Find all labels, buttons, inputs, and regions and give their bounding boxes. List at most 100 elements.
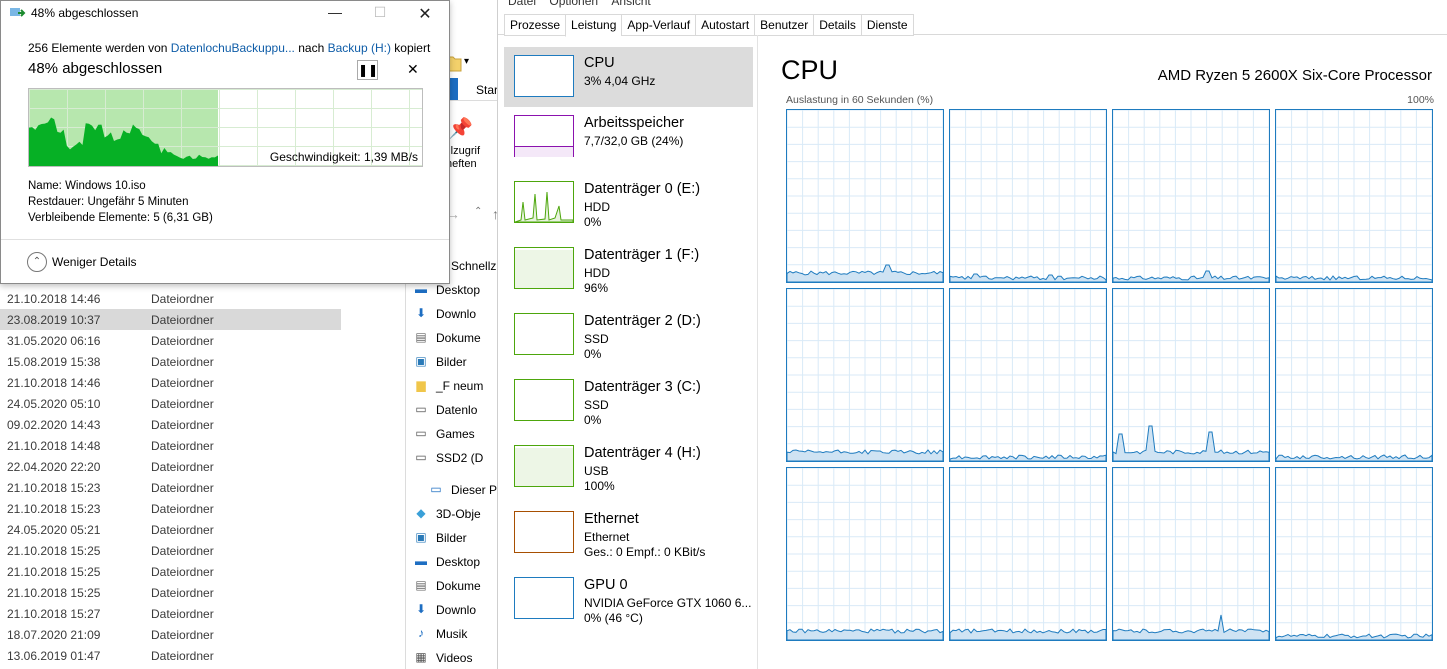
nav-item-label: Desktop	[436, 555, 481, 569]
copy-summary: 256 Elemente werden von DatenlochuBackup…	[28, 41, 430, 55]
nav-item[interactable]: ▭ Datenlo	[415, 399, 506, 421]
file-row[interactable]: 21.10.2018 15:27 Dateiordner	[0, 603, 405, 624]
menu-options[interactable]: Optionen	[549, 0, 598, 8]
source-link[interactable]: DatenlochuBackuppu...	[171, 41, 295, 55]
menu-file[interactable]: Datei	[508, 0, 536, 8]
tab-performance[interactable]: Leistung	[565, 14, 622, 37]
perf-thumbnail	[514, 115, 574, 157]
file-row[interactable]: 09.02.2020 14:43 Dateiordner	[0, 414, 405, 435]
file-row[interactable]: 24.05.2020 05:10 Dateiordner	[0, 393, 405, 414]
maximize-button: ☐	[373, 4, 387, 20]
file-row[interactable]: 21.10.2018 14:46 Dateiordner	[0, 288, 405, 309]
perf-item[interactable]: Datenträger 4 (H:) USB 100%	[504, 437, 753, 497]
perf-item[interactable]: CPU 3% 4,04 GHz	[504, 47, 753, 107]
cpu-core-graph	[949, 467, 1107, 641]
nav-item[interactable]: ⬇ Downlo	[416, 303, 506, 325]
file-row[interactable]: 21.10.2018 14:48 Dateiordner	[0, 435, 405, 456]
perf-item[interactable]: Datenträger 0 (E:) HDD 0%	[504, 173, 753, 233]
nav-item[interactable]: ▣ Bilder	[415, 527, 506, 549]
file-date: 24.05.2020 05:10	[7, 397, 101, 411]
file-row[interactable]: 21.10.2018 15:25 Dateiordner	[0, 540, 405, 561]
menu-view[interactable]: Ansicht	[611, 0, 650, 8]
documents-icon: ▤	[415, 578, 427, 592]
tab-details[interactable]: Details	[813, 14, 861, 36]
nav-item[interactable]: ▭ SSD2 (D	[415, 447, 506, 469]
tab-bar: Prozesse Leistung App-Verlauf Autostart …	[504, 14, 914, 37]
nav-item-label: Dokume	[436, 579, 481, 593]
perf-item[interactable]: Datenträger 3 (C:) SSD 0%	[504, 371, 753, 431]
nav-item[interactable]: ▤ Dokume	[415, 575, 506, 597]
nav-item[interactable]: ▦ Videos	[415, 647, 506, 669]
perf-thumbnail	[514, 445, 574, 487]
file-row[interactable]: 22.04.2020 22:20 Dateiordner	[0, 456, 405, 477]
file-date: 22.04.2020 22:20	[7, 460, 101, 474]
close-button[interactable]: ✕	[415, 4, 435, 23]
file-row[interactable]: 13.06.2019 01:47 Dateiordner	[0, 645, 405, 666]
recent-chevron-icon[interactable]: ⌃	[474, 206, 482, 217]
tab-app-history[interactable]: App-Verlauf	[621, 14, 696, 36]
minimize-button[interactable]: —	[325, 4, 345, 22]
summary-prefix: 256 Elemente werden von	[28, 41, 168, 55]
tab-users[interactable]: Benutzer	[754, 14, 814, 36]
nav-item[interactable]: ▤ Dokume	[415, 327, 506, 349]
file-row[interactable]: 23.08.2019 10:37 Dateiordner	[0, 309, 341, 330]
nav-item-label: Downlo	[436, 603, 477, 617]
perf-item-value: 0%	[584, 215, 602, 229]
file-type: Dateiordner	[151, 376, 214, 390]
nav-item[interactable]: ▣ Bilder	[415, 351, 506, 373]
less-details-link[interactable]: Weniger Details	[52, 255, 136, 269]
file-row[interactable]: 21.10.2018 15:23 Dateiordner	[0, 477, 405, 498]
nav-item-label: Bilder	[436, 355, 467, 369]
file-row[interactable]: 15.08.2019 15:38 Dateiordner	[0, 351, 405, 372]
tab-processes[interactable]: Prozesse	[504, 14, 566, 36]
perf-item-value: Ges.: 0 Empf.: 0 KBit/s	[584, 545, 706, 559]
file-row[interactable]: 21.10.2018 14:46 Dateiordner	[0, 372, 405, 393]
file-row[interactable]: 21.10.2018 15:23 Dateiordner	[0, 498, 405, 519]
pin-icon[interactable]: 📌	[448, 116, 473, 141]
collapse-chevron-icon[interactable]: ⌃	[27, 252, 47, 272]
nav-item[interactable]: ▭ Games	[415, 423, 506, 445]
pause-button[interactable]: ❚❚	[357, 60, 378, 80]
file-date: 09.02.2020 14:43	[7, 418, 101, 432]
tab-services[interactable]: Dienste	[860, 14, 914, 36]
file-type: Dateiordner	[151, 313, 214, 327]
file-row[interactable]: 18.07.2020 21:09 Dateiordner	[0, 624, 405, 645]
perf-item-value: 0%	[584, 347, 602, 361]
cancel-copy-button[interactable]: ✕	[407, 61, 419, 78]
desktop-icon: ▬	[415, 554, 427, 568]
nav-item[interactable]: ♪ Musik	[418, 623, 506, 645]
perf-thumbnail	[514, 511, 574, 553]
nav-item[interactable]: ▬ Desktop	[415, 551, 506, 573]
tab-startup[interactable]: Autostart	[695, 14, 755, 36]
perf-item[interactable]: Datenträger 2 (D:) SSD 0%	[504, 305, 753, 365]
nav-item-label: Schnellzu	[451, 259, 504, 273]
nav-item-label: Datenlo	[436, 403, 478, 417]
file-date: 21.10.2018 14:48	[7, 439, 101, 453]
cpu-core-graph	[1275, 109, 1433, 283]
progress-text: 48% abgeschlossen	[28, 60, 163, 77]
file-type: Dateiordner	[151, 544, 214, 558]
perf-item[interactable]: GPU 0 NVIDIA GeForce GTX 1060 6... 0% (46 …	[504, 569, 753, 629]
utilization-max: 100%	[1407, 94, 1434, 106]
perf-item-name: GPU 0	[584, 577, 628, 593]
file-row[interactable]: 31.05.2020 06:16 Dateiordner	[0, 330, 405, 351]
perf-item-name: Datenträger 3 (C:)	[584, 379, 701, 395]
perf-thumbnail	[514, 247, 574, 289]
perf-item[interactable]: Arbeitsspeicher 7,7/32,0 GB (24%)	[504, 107, 753, 167]
speed-graph: Geschwindigkeit: 1,39 MB/s	[28, 88, 423, 167]
nav-item[interactable]: ◆ 3D-Obje	[416, 503, 506, 525]
file-row[interactable]: 21.10.2018 15:25 Dateiordner	[0, 582, 405, 603]
copy-progress-dialog: 48% abgeschlossen — ☐ ✕ 256 Elemente wer…	[0, 0, 450, 284]
file-row[interactable]: 24.05.2020 05:21 Dateiordner	[0, 519, 405, 540]
nav-item[interactable]: ▆ _F neum	[416, 375, 506, 397]
perf-item-detail: USB	[584, 464, 609, 478]
nav-item-label: Downlo	[436, 307, 477, 321]
file-row[interactable]: 21.10.2018 15:25 Dateiordner	[0, 561, 405, 582]
cpu-core-graph	[786, 467, 944, 641]
perf-item[interactable]: Ethernet Ethernet Ges.: 0 Empf.: 0 KBit/s	[504, 503, 753, 563]
perf-item[interactable]: Datenträger 1 (F:) HDD 96%	[504, 239, 753, 299]
nav-item[interactable]: ⬇ Downlo	[416, 599, 506, 621]
target-link[interactable]: Backup (H:)	[328, 41, 391, 55]
chevron-down-icon[interactable]: ▾	[464, 56, 469, 67]
cpu-core-graph	[949, 288, 1107, 462]
